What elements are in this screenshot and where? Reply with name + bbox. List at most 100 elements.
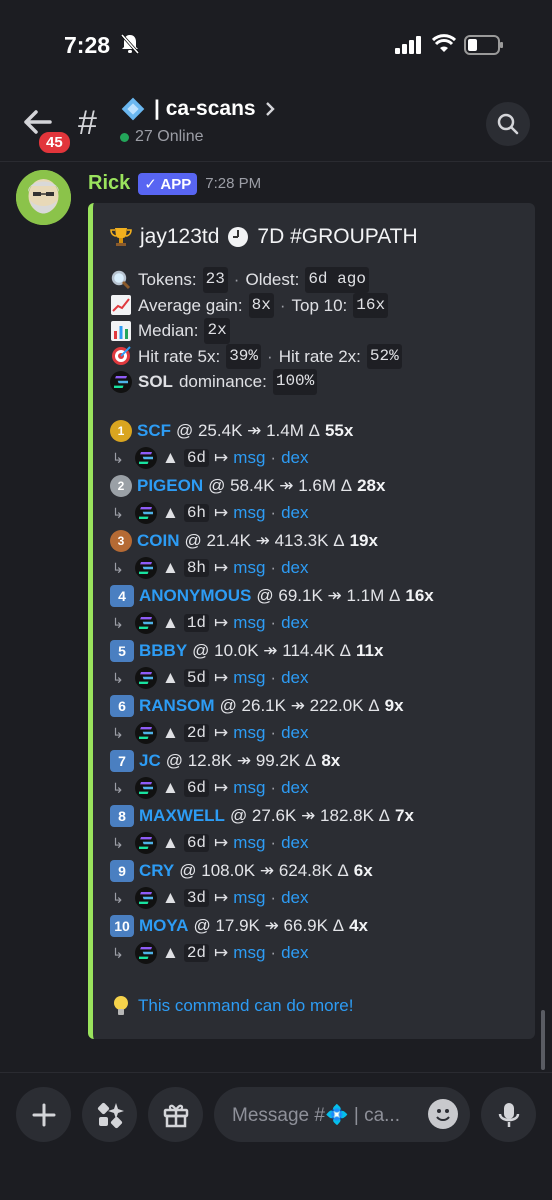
- reply-hook-icon: ↳: [112, 504, 124, 521]
- avatar[interactable]: [16, 170, 71, 225]
- msg-link[interactable]: msg: [233, 833, 265, 853]
- medal-icon: 1: [110, 420, 132, 442]
- token-symbol[interactable]: ANONYMOUS: [139, 586, 251, 606]
- magnifier-icon: [110, 269, 132, 291]
- token-age: 3d: [183, 889, 210, 907]
- rank-item: 2 PIGEON @ 58.4K ↠ 1.6M Δ 28x ↳ ▲ 6h ↦ msg · dex: [110, 472, 530, 527]
- dex-link[interactable]: dex: [281, 778, 308, 798]
- dex-link[interactable]: dex: [281, 448, 308, 468]
- arrow: ↦: [214, 888, 229, 907]
- token-age: 6h: [183, 504, 210, 522]
- solana-icon: [135, 502, 157, 524]
- trophy-icon: [110, 226, 132, 248]
- search-button[interactable]: [486, 102, 530, 146]
- token-symbol[interactable]: MAXWELL: [139, 806, 225, 826]
- search-icon: [497, 113, 519, 135]
- reply-hook-icon: ↳: [112, 779, 124, 796]
- stat-average: Average gain: 8x · Top 10: 16x: [110, 292, 402, 318]
- dex-link[interactable]: dex: [281, 943, 308, 963]
- rank-line: 6 RANSOM @ 26.1K ↠ 222.0K Δ 9x: [110, 692, 530, 720]
- dot-separator: ·: [270, 833, 277, 852]
- command-tip[interactable]: This command can do more!: [110, 995, 353, 1017]
- dex-link[interactable]: dex: [281, 613, 308, 633]
- reply-hook-icon: ↳: [112, 724, 124, 741]
- up-arrow: ▲: [162, 778, 179, 797]
- token-symbol[interactable]: RANSOM: [139, 696, 215, 716]
- emoji-button[interactable]: [428, 1099, 458, 1129]
- status-time: 7:28: [64, 32, 111, 58]
- msg-link[interactable]: msg: [233, 778, 265, 798]
- token-age: 6d: [183, 834, 210, 852]
- author-name[interactable]: Rick: [88, 172, 130, 195]
- multiplier: 55x: [324, 421, 354, 440]
- token-symbol[interactable]: MOYA: [139, 916, 188, 936]
- multiplier: 4x: [349, 916, 368, 935]
- stats-block: Tokens: 23 · Oldest: 6d ago Average gain…: [110, 267, 402, 395]
- multiplier: 6x: [353, 861, 373, 880]
- token-symbol[interactable]: COIN: [137, 531, 180, 551]
- bar-chart-icon: [110, 320, 132, 342]
- price-range: @ 27.6K ↠ 182.8K Δ: [229, 806, 390, 825]
- price-range: @ 69.1K ↠ 1.1M Δ: [256, 586, 401, 605]
- msg-link[interactable]: msg: [233, 503, 265, 523]
- gift-button[interactable]: [148, 1087, 203, 1142]
- solana-icon: [135, 887, 157, 909]
- unread-badge: 45: [37, 130, 72, 155]
- msg-link[interactable]: msg: [233, 888, 265, 908]
- dot-separator: ·: [270, 888, 277, 907]
- solana-icon: [135, 557, 157, 579]
- solana-icon: [135, 832, 157, 854]
- app-tag: ✓ APP: [138, 172, 198, 195]
- signal-icon: [395, 36, 421, 54]
- token-age: 6d: [183, 779, 210, 797]
- dex-link[interactable]: dex: [281, 668, 308, 688]
- dex-link[interactable]: dex: [281, 503, 308, 523]
- rank-item: 4 ANONYMOUS @ 69.1K ↠ 1.1M Δ 16x ↳ ▲ 1d ↦ msg · de…: [110, 582, 530, 637]
- msg-link[interactable]: msg: [233, 943, 265, 963]
- rank-item: 7 JC @ 12.8K ↠ 99.2K Δ 8x ↳ ▲ 6d ↦ msg · dex: [110, 747, 530, 802]
- voice-button[interactable]: [481, 1087, 536, 1142]
- microphone-icon: [498, 1102, 519, 1127]
- embed-title-suffix: 7D #GROUPATH: [257, 225, 418, 248]
- dex-link[interactable]: dex: [281, 888, 308, 908]
- arrow: ↦: [214, 503, 229, 522]
- reply-hook-icon: ↳: [112, 944, 124, 961]
- keycap-number-icon: 10: [110, 915, 134, 937]
- token-symbol[interactable]: SCF: [137, 421, 171, 441]
- channel-title[interactable]: | ca-scans: [120, 96, 276, 122]
- status-bar: 7:28: [0, 0, 552, 84]
- dex-link[interactable]: dex: [281, 723, 308, 743]
- apps-button[interactable]: [82, 1087, 137, 1142]
- chevron-right-icon: [265, 102, 275, 116]
- up-arrow: ▲: [162, 503, 179, 522]
- rank-line: 3 COIN @ 21.4K ↠ 413.3K Δ 19x: [110, 527, 530, 555]
- token-symbol[interactable]: BBBY: [139, 641, 187, 661]
- composer-bar: Message #💠 | ca...: [0, 1072, 552, 1200]
- up-arrow: ▲: [162, 888, 179, 907]
- reply-hook-icon: ↳: [112, 669, 124, 686]
- dex-link[interactable]: dex: [281, 833, 308, 853]
- solana-icon: [135, 447, 157, 469]
- dex-link[interactable]: dex: [281, 558, 308, 578]
- msg-link[interactable]: msg: [233, 448, 265, 468]
- msg-link[interactable]: msg: [233, 558, 265, 578]
- up-arrow: ▲: [162, 558, 179, 577]
- token-symbol[interactable]: CRY: [139, 861, 174, 881]
- scrollbar[interactable]: [541, 1010, 545, 1070]
- embed-title-user: jay123td: [140, 225, 220, 248]
- multiplier: 16x: [405, 586, 434, 605]
- message-input[interactable]: Message #💠 | ca...: [214, 1087, 470, 1142]
- keycap-number-icon: 9: [110, 860, 134, 882]
- keycap-number-icon: 5: [110, 640, 134, 662]
- reply-hook-icon: ↳: [112, 559, 124, 576]
- add-button[interactable]: [16, 1087, 71, 1142]
- msg-link[interactable]: msg: [233, 723, 265, 743]
- channel-header: 45 # | ca-scans 27 Online: [0, 84, 552, 162]
- token-symbol[interactable]: PIGEON: [137, 476, 203, 496]
- arrow: ↦: [214, 613, 229, 632]
- solana-icon: [135, 667, 157, 689]
- msg-link[interactable]: msg: [233, 613, 265, 633]
- msg-link[interactable]: msg: [233, 668, 265, 688]
- token-symbol[interactable]: JC: [139, 751, 161, 771]
- dot-separator: ·: [270, 723, 277, 742]
